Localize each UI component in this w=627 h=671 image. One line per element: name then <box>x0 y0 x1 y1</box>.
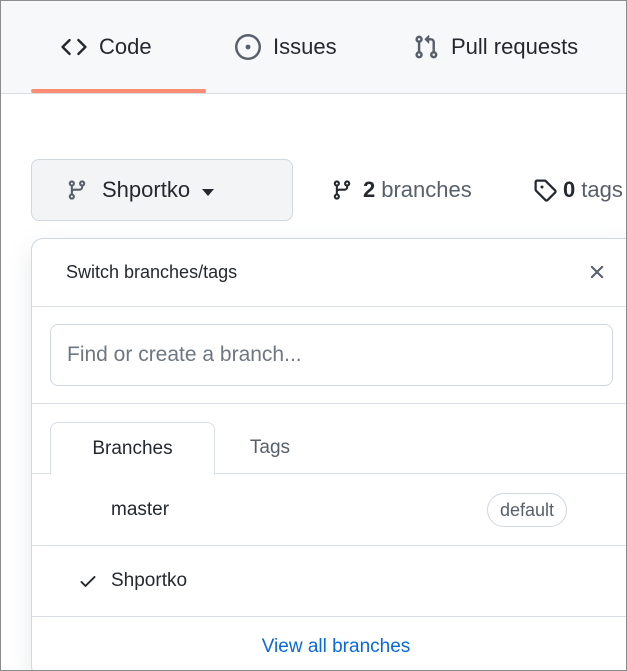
list-item-branch-master[interactable]: master default <box>32 475 626 546</box>
view-all-branches-link[interactable]: View all branches <box>262 636 411 658</box>
repo-tab-nav: Code Issues Pull requests <box>1 1 626 94</box>
close-icon[interactable] <box>586 261 608 283</box>
tab-pull-requests[interactable]: Pull requests <box>413 1 578 93</box>
dropdown-footer: View all branches <box>32 622 626 670</box>
chevron-down-icon <box>202 188 215 196</box>
branch-list: master default Shportko <box>32 475 626 617</box>
branch-name: Shportko <box>111 570 188 591</box>
branches-label: branches <box>381 177 472 202</box>
branch-name: master <box>111 499 170 520</box>
tab-branches-label: Branches <box>92 437 173 459</box>
branches-count: 2 <box>363 177 376 202</box>
dropdown-header: Switch branches/tags <box>32 239 626 307</box>
code-icon <box>61 34 87 60</box>
dropdown-title: Switch branches/tags <box>66 262 238 282</box>
filter-section <box>32 307 626 404</box>
tags-label: tags <box>581 177 623 202</box>
tag-icon <box>533 178 557 202</box>
git-branch-icon <box>66 178 88 202</box>
list-item-branch-shportko[interactable]: Shportko <box>32 546 626 617</box>
branch-selector-button[interactable]: Shportko <box>31 159 293 221</box>
git-branch-icon <box>331 178 353 202</box>
default-badge: default <box>487 493 568 527</box>
branch-switcher-dropdown: Switch branches/tags Branches Tags maste… <box>31 238 626 670</box>
current-branch-name: Shportko <box>102 177 191 202</box>
check-icon <box>78 571 98 591</box>
tab-code[interactable]: Code <box>61 1 152 93</box>
tab-issues[interactable]: Issues <box>235 1 337 93</box>
tab-pull-requests-label: Pull requests <box>451 34 579 59</box>
branch-filter-input[interactable] <box>50 324 613 386</box>
tab-code-label: Code <box>99 34 152 59</box>
tab-tags-label: Tags <box>249 437 291 458</box>
selected-tab-underline <box>31 89 206 93</box>
tab-tags[interactable]: Tags <box>215 422 325 474</box>
tags-count-link[interactable]: 0 tags <box>533 159 623 221</box>
tab-issues-label: Issues <box>273 34 337 59</box>
branches-tags-tabs: Branches Tags <box>32 404 626 475</box>
tags-count: 0 <box>563 177 576 202</box>
branches-count-link[interactable]: 2 branches <box>331 159 472 221</box>
issue-opened-icon <box>235 34 261 60</box>
tab-branches[interactable]: Branches <box>50 422 215 475</box>
git-pull-request-icon <box>413 34 439 60</box>
screenshot-frame: Code Issues Pull requests Shportko 2 bra… <box>0 0 627 671</box>
